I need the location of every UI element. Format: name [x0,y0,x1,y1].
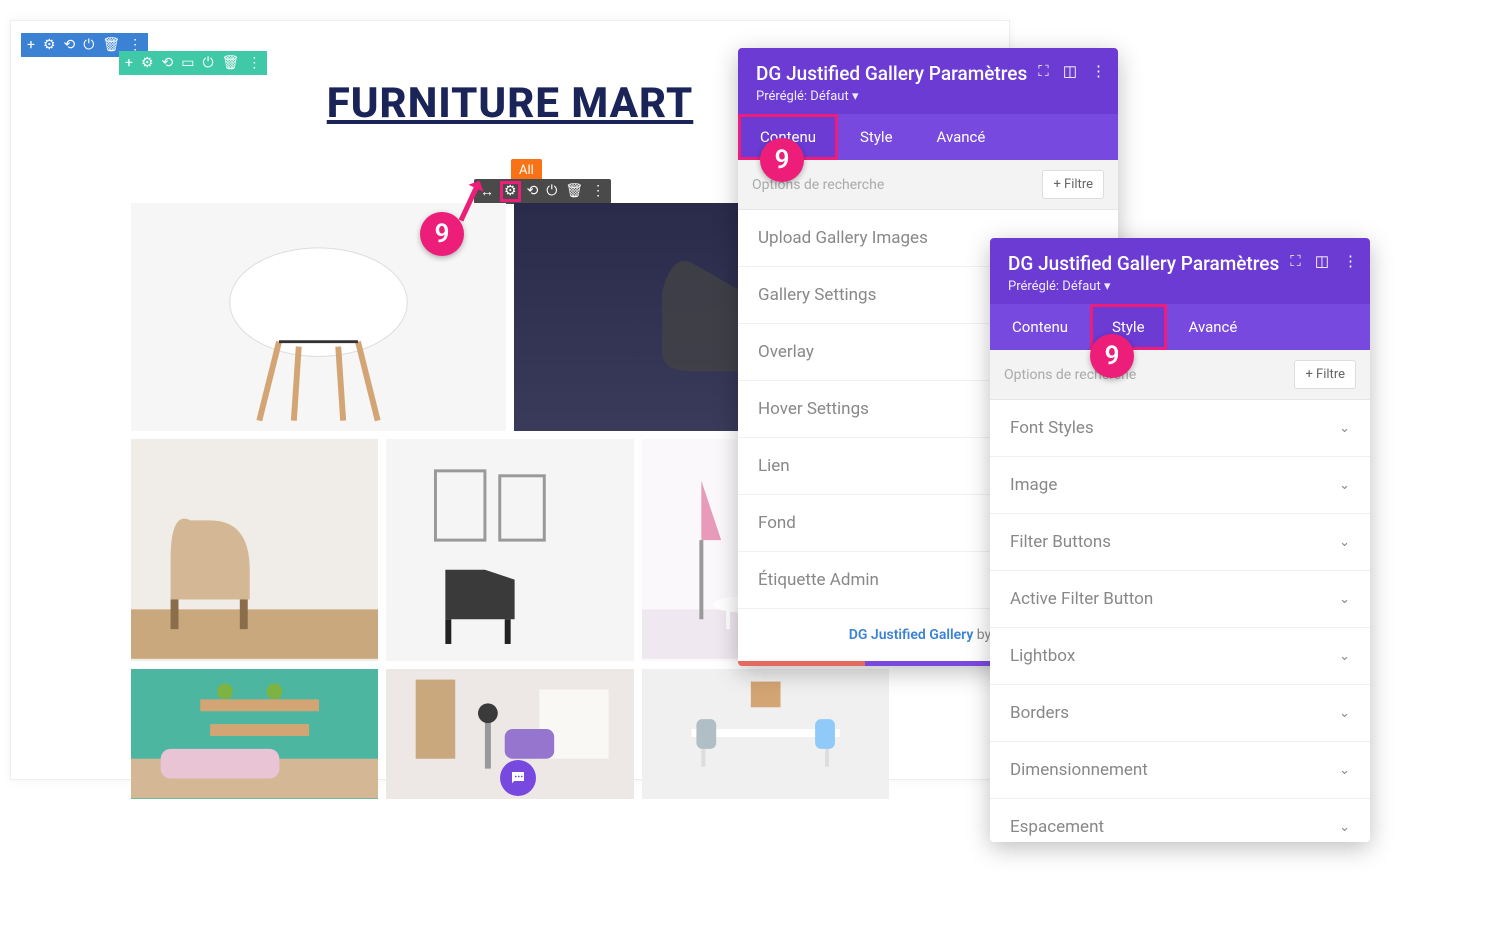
section-borders[interactable]: Borders ⌄ [990,685,1370,742]
settings-panel-style: DG Justified Gallery Paramètres Préréglé… [990,238,1370,842]
preset-selector[interactable]: Préréglé: Défaut ▾ [1008,279,1352,294]
section-espacement[interactable]: Espacement ⌄ [990,799,1370,842]
annotation-badge: 9 [1090,334,1134,378]
tab-avance[interactable]: Avancé [1167,304,1260,350]
gallery-image[interactable] [386,439,633,661]
gallery-image[interactable] [131,439,378,661]
chevron-down-icon: ⌄ [1339,706,1350,721]
gear-icon[interactable]: ⚙ [43,37,56,53]
power-icon[interactable]: ⏻ [202,55,213,71]
add-icon[interactable]: + [125,55,133,71]
section-label: Active Filter Button [1010,589,1153,609]
section-label: Espacement [1010,817,1104,837]
chevron-down-icon: ⌄ [1339,763,1350,778]
row-toolbar[interactable]: + ⚙ ⟲ ▭ ⏻ 🗑 ⋮ [119,51,267,75]
expand-icon[interactable]: ⛶ [1290,252,1301,270]
section-label: Lightbox [1010,646,1075,666]
section-label: Lien [758,456,790,476]
close-button[interactable]: ✕ [738,661,865,666]
chevron-down-icon: ⌄ [1339,820,1350,835]
section-list: Font Styles ⌄ Image ⌄ Filter Buttons ⌄ Acti… [990,400,1370,842]
search-input[interactable]: Options de recherche [752,177,1042,193]
kebab-icon[interactable]: ⋮ [1343,252,1358,270]
gallery-image[interactable] [131,669,378,799]
tab-contenu[interactable]: Contenu [990,304,1090,350]
columns-icon[interactable]: ◫ [1315,252,1329,270]
trash-icon[interactable]: 🗑 [222,55,240,71]
section-font-styles[interactable]: Font Styles ⌄ [990,400,1370,457]
panel-header[interactable]: DG Justified Gallery Paramètres Préréglé… [990,238,1370,304]
section-active-filter[interactable]: Active Filter Button ⌄ [990,571,1370,628]
gear-icon[interactable]: ⚙ [502,183,519,200]
undo-button[interactable]: ↶ [865,661,992,666]
section-lightbox[interactable]: Lightbox ⌄ [990,628,1370,685]
annotation-badge: 9 [420,212,464,256]
section-label: Filter Buttons [1010,532,1111,552]
add-icon[interactable]: + [27,37,35,53]
section-label: Overlay [758,342,814,362]
chat-icon[interactable] [500,760,536,796]
chevron-down-icon: ⌄ [1339,478,1350,493]
tabs: Contenu Style Avancé [990,304,1370,350]
filter-button[interactable]: + Filtre [1042,170,1104,199]
columns-icon[interactable]: ◫ [1063,62,1077,80]
chevron-down-icon: ⌄ [1339,649,1350,664]
columns-icon[interactable]: ▭ [181,55,194,71]
chevron-down-icon: ⌄ [1339,592,1350,607]
power-icon[interactable]: ⏻ [546,183,557,200]
section-label: Étiquette Admin [758,570,879,590]
section-image[interactable]: Image ⌄ [990,457,1370,514]
section-filter-buttons[interactable]: Filter Buttons ⌄ [990,514,1370,571]
section-dimension[interactable]: Dimensionnement ⌄ [990,742,1370,799]
duplicate-icon[interactable]: ⟲ [527,183,539,200]
preset-selector[interactable]: Préréglé: Défaut ▾ [756,89,1100,104]
search-row: Options de recherche + Filtre [990,350,1370,400]
chevron-down-icon: ⌄ [1339,535,1350,550]
kebab-icon[interactable]: ⋮ [1091,62,1106,80]
section-label: Fond [758,513,796,533]
module-toolbar[interactable]: ↔ ⚙ ⟲ ⏻ 🗑 ⋮ [474,179,611,204]
credit-link[interactable]: DG Justified Gallery [849,627,974,643]
panel-header[interactable]: DG Justified Gallery Paramètres Préréglé… [738,48,1118,114]
expand-icon[interactable]: ⛶ [1038,62,1049,80]
tab-style[interactable]: Style [838,114,915,160]
gallery-image[interactable] [642,669,889,799]
section-label: Upload Gallery Images [758,228,928,248]
chevron-down-icon: ⌄ [1339,421,1350,436]
duplicate-icon[interactable]: ⟲ [64,37,76,53]
duplicate-icon[interactable]: ⟲ [162,55,174,71]
section-label: Image [1010,475,1057,495]
kebab-icon[interactable]: ⋮ [591,183,605,200]
search-input[interactable]: Options de recherche [1004,367,1294,383]
gear-icon[interactable]: ⚙ [141,55,154,71]
trash-icon[interactable]: 🗑 [565,183,583,200]
trash-icon[interactable]: 🗑 [102,37,120,53]
power-icon[interactable]: ⏻ [83,37,94,53]
annotation-badge: 9 [760,138,804,182]
kebab-icon[interactable]: ⋮ [247,55,261,71]
section-label: Gallery Settings [758,285,876,305]
section-label: Hover Settings [758,399,869,419]
tab-avance[interactable]: Avancé [915,114,1008,160]
section-label: Dimensionnement [1010,760,1148,780]
section-label: Font Styles [1010,418,1094,438]
filter-button[interactable]: + Filtre [1294,360,1356,389]
section-label: Borders [1010,703,1069,723]
